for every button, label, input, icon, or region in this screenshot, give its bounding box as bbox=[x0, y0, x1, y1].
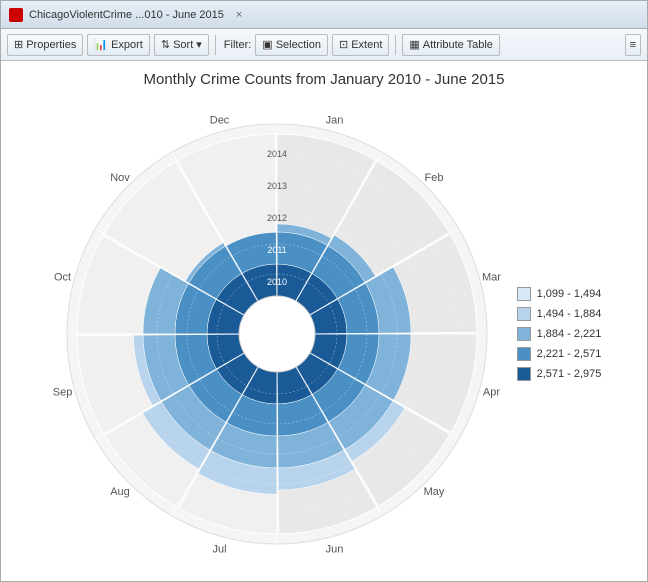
polar-chart-svg: 2010 2011 2012 2013 2014 Jan Feb Mar Apr May Jun Ju… bbox=[47, 104, 507, 564]
properties-label: Properties bbox=[26, 39, 76, 51]
toolbar: ⊞ Properties 📊 Export ⇅ Sort ▾ Filter: ▣… bbox=[1, 29, 647, 61]
export-icon: 📊 bbox=[94, 38, 108, 51]
properties-icon: ⊞ bbox=[14, 38, 23, 51]
legend-swatch-1 bbox=[517, 287, 531, 301]
legend: 1,099 - 1,494 1,494 - 1,884 1,884 - 2,22… bbox=[517, 287, 602, 381]
export-label: Export bbox=[111, 39, 143, 51]
sort-button[interactable]: ⇅ Sort ▾ bbox=[154, 34, 209, 56]
view-toggle-button[interactable]: ≡ bbox=[625, 34, 641, 56]
window-icon bbox=[9, 8, 23, 22]
svg-text:2010: 2010 bbox=[267, 277, 287, 287]
sort-dropdown-icon: ▾ bbox=[196, 38, 202, 51]
svg-text:Aug: Aug bbox=[110, 485, 130, 497]
sort-icon: ⇅ bbox=[161, 38, 170, 51]
window-title: ChicagoViolentCrime ...010 - June 2015 bbox=[29, 9, 224, 21]
toolbar-right: ≡ bbox=[625, 34, 641, 56]
attribute-table-icon: ▦ bbox=[409, 38, 419, 51]
legend-item-5: 2,571 - 2,975 bbox=[517, 367, 602, 381]
extent-button[interactable]: ⊡ Extent bbox=[332, 34, 389, 56]
properties-button[interactable]: ⊞ Properties bbox=[7, 34, 83, 56]
svg-text:May: May bbox=[423, 485, 444, 497]
sort-label: Sort bbox=[173, 39, 193, 51]
svg-text:Dec: Dec bbox=[209, 114, 229, 126]
polar-chart-container: 2010 2011 2012 2013 2014 Jan Feb Mar Apr May Jun Ju… bbox=[47, 104, 507, 564]
content-area: Monthly Crime Counts from January 2010 -… bbox=[1, 61, 647, 581]
title-bar: ChicagoViolentCrime ...010 - June 2015 × bbox=[1, 1, 647, 29]
legend-swatch-5 bbox=[517, 367, 531, 381]
title-bar-left: ChicagoViolentCrime ...010 - June 2015 × bbox=[9, 8, 242, 22]
main-window: ChicagoViolentCrime ...010 - June 2015 ×… bbox=[0, 0, 648, 582]
svg-text:2011: 2011 bbox=[267, 245, 286, 255]
svg-text:Mar: Mar bbox=[482, 271, 501, 283]
legend-label-3: 1,884 - 2,221 bbox=[537, 328, 602, 340]
svg-text:Feb: Feb bbox=[424, 172, 443, 184]
svg-text:Nov: Nov bbox=[110, 172, 130, 184]
svg-text:Jul: Jul bbox=[212, 543, 226, 555]
extent-label: Extent bbox=[351, 39, 382, 51]
svg-text:2012: 2012 bbox=[267, 213, 287, 223]
legend-label-2: 1,494 - 1,884 bbox=[537, 308, 602, 320]
extent-icon: ⊡ bbox=[339, 38, 348, 51]
selection-icon: ▣ bbox=[262, 38, 272, 51]
legend-label-5: 2,571 - 2,975 bbox=[537, 368, 602, 380]
separator-2 bbox=[395, 35, 396, 55]
attribute-table-button[interactable]: ▦ Attribute Table bbox=[402, 34, 500, 56]
chart-area: 2010 2011 2012 2013 2014 Jan Feb Mar Apr May Jun Ju… bbox=[11, 96, 637, 571]
legend-swatch-4 bbox=[517, 347, 531, 361]
chart-title: Monthly Crime Counts from January 2010 -… bbox=[143, 71, 504, 88]
legend-swatch-2 bbox=[517, 307, 531, 321]
close-button[interactable]: × bbox=[236, 9, 242, 21]
export-button[interactable]: 📊 Export bbox=[87, 34, 150, 56]
svg-text:2013: 2013 bbox=[267, 181, 287, 191]
legend-label-1: 1,099 - 1,494 bbox=[537, 288, 602, 300]
legend-item-3: 1,884 - 2,221 bbox=[517, 327, 602, 341]
svg-text:Sep: Sep bbox=[52, 386, 72, 398]
svg-text:Jan: Jan bbox=[325, 114, 343, 126]
legend-swatch-3 bbox=[517, 327, 531, 341]
svg-text:Apr: Apr bbox=[482, 386, 499, 398]
attribute-table-label: Attribute Table bbox=[423, 39, 493, 51]
svg-text:2014: 2014 bbox=[267, 149, 287, 159]
filter-label: Filter: bbox=[224, 39, 252, 51]
legend-item-4: 2,221 - 2,571 bbox=[517, 347, 602, 361]
separator-1 bbox=[215, 35, 216, 55]
selection-label: Selection bbox=[276, 39, 321, 51]
legend-item-1: 1,099 - 1,494 bbox=[517, 287, 602, 301]
svg-text:Jun: Jun bbox=[325, 543, 343, 555]
selection-button[interactable]: ▣ Selection bbox=[255, 34, 328, 56]
legend-item-2: 1,494 - 1,884 bbox=[517, 307, 602, 321]
legend-label-4: 2,221 - 2,571 bbox=[537, 348, 602, 360]
filter-text: Filter: bbox=[224, 39, 252, 51]
svg-text:Oct: Oct bbox=[54, 271, 71, 283]
